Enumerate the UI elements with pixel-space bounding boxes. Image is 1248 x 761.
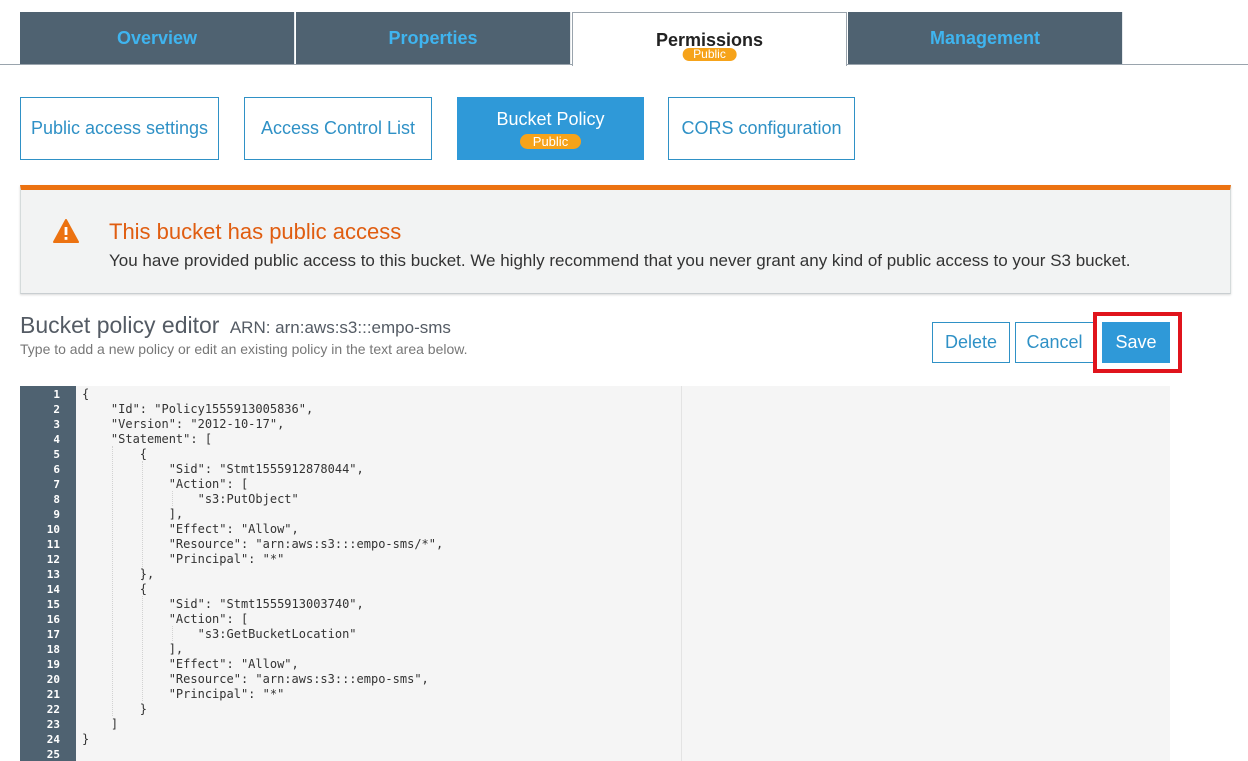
code-line[interactable]: "s3:PutObject": [82, 492, 299, 507]
tab-overview-label: Overview: [116, 28, 198, 48]
tab-properties-label: Properties: [388, 28, 478, 48]
tab-management-label: Management: [929, 28, 1041, 48]
line-number: 11: [46, 538, 60, 551]
tab-properties[interactable]: Properties: [296, 12, 571, 64]
line-number: 23: [46, 718, 60, 731]
policy-code-editor[interactable]: 1 2 3 4 5 6 7 8 9 10 11 12 13 14 15 16 17 18 19 20 21 22 23 24 2…: [20, 386, 1170, 761]
line-number: 19: [46, 658, 60, 671]
subtab-access-control-list[interactable]: Access Control List: [244, 97, 432, 160]
line-number: 17: [46, 628, 60, 641]
line-number: 24: [46, 733, 60, 746]
code-line[interactable]: "s3:GetBucketLocation": [82, 627, 357, 642]
print-margin: [681, 386, 682, 761]
line-number: 5: [53, 448, 60, 461]
line-number: 1: [53, 388, 60, 401]
code-line[interactable]: "Action": [: [82, 612, 248, 627]
alert-title: This bucket has public access: [109, 219, 402, 244]
code-line[interactable]: ],: [82, 642, 183, 657]
line-number: 2: [53, 403, 60, 416]
line-number: 15: [46, 598, 60, 611]
code-line[interactable]: "Sid": "Stmt1555913003740",: [82, 597, 364, 612]
code-line[interactable]: ]: [82, 717, 118, 732]
bucket-policy-public-badge: Public: [519, 134, 582, 149]
line-number: 4: [53, 433, 60, 446]
warning-triangle-icon: [53, 219, 79, 243]
code-line[interactable]: "Resource": "arn:aws:s3:::empo-sms",: [82, 672, 429, 687]
code-line[interactable]: }: [82, 732, 89, 747]
save-button-highlight: [1093, 312, 1182, 373]
code-line[interactable]: "Id": "Policy1555913005836",: [82, 402, 313, 417]
code-line[interactable]: {: [82, 387, 89, 402]
editor-heading: Bucket policy editor ARN: arn:aws:s3:::e…: [20, 312, 451, 339]
line-number: 14: [46, 583, 60, 596]
subtab-cors-configuration[interactable]: CORS configuration: [668, 97, 855, 160]
line-number: 3: [53, 418, 60, 431]
subtab-cors-configuration-label: CORS configuration: [681, 118, 842, 138]
tab-permissions-label: Permissions: [655, 30, 764, 50]
alert-message: You have provided public access to this …: [109, 251, 1131, 270]
line-number: 20: [46, 673, 60, 686]
code-line[interactable]: "Effect": "Allow",: [82, 522, 299, 537]
line-number: 18: [46, 643, 60, 656]
code-line[interactable]: }: [82, 702, 147, 717]
code-line[interactable]: "Principal": "*": [82, 687, 285, 702]
bucket-arn: ARN: arn:aws:s3:::empo-sms: [229, 318, 451, 337]
tab-permissions[interactable]: Permissions Public: [572, 12, 847, 66]
code-line[interactable]: "Version": "2012-10-17",: [82, 417, 284, 432]
subtab-bucket-policy-label: Bucket Policy: [496, 109, 605, 129]
code-line[interactable]: ],: [82, 507, 183, 522]
editor-instructions: Type to add a new policy or edit an exis…: [20, 341, 468, 357]
editor-title: Bucket policy editor: [20, 312, 220, 338]
line-number: 8: [53, 493, 60, 506]
line-number: 16: [46, 613, 60, 626]
public-access-alert: This bucket has public access You have p…: [20, 185, 1231, 294]
line-number: 13: [46, 568, 60, 581]
line-number: 21: [46, 688, 60, 701]
line-number: 6: [53, 463, 60, 476]
code-line[interactable]: },: [82, 567, 154, 582]
line-number-gutter: 1 2 3 4 5 6 7 8 9 10 11 12 13 14 15 16 17 18 19 20 21 22 23 24 2…: [20, 386, 76, 761]
line-number: 22: [46, 703, 60, 716]
cancel-button[interactable]: Cancel: [1015, 322, 1094, 363]
line-number: 25: [46, 748, 60, 761]
code-line[interactable]: "Sid": "Stmt1555912878044",: [82, 462, 364, 477]
line-number: 10: [46, 523, 60, 536]
top-tab-bar: Overview Properties Permissions Public M…: [0, 0, 1248, 66]
line-number: 9: [53, 508, 60, 521]
tab-management[interactable]: Management: [848, 12, 1123, 64]
code-line[interactable]: {: [82, 447, 147, 462]
code-line[interactable]: "Action": [: [82, 477, 248, 492]
code-line[interactable]: "Principal": "*": [82, 552, 285, 567]
code-line[interactable]: {: [82, 582, 147, 597]
permissions-public-badge: Public: [682, 48, 737, 61]
tab-overview[interactable]: Overview: [20, 12, 295, 64]
code-line[interactable]: "Resource": "arn:aws:s3:::empo-sms/*",: [82, 537, 444, 552]
subtab-public-access-settings[interactable]: Public access settings: [20, 97, 219, 160]
code-line[interactable]: "Statement": [: [82, 432, 212, 447]
line-number: 7: [53, 478, 60, 491]
subtab-access-control-list-label: Access Control List: [260, 118, 416, 138]
subtab-bucket-policy[interactable]: Bucket Policy Public: [457, 97, 644, 160]
delete-button[interactable]: Delete: [932, 322, 1010, 363]
code-line[interactable]: "Effect": "Allow",: [82, 657, 299, 672]
line-number: 12: [46, 553, 60, 566]
subtab-public-access-settings-label: Public access settings: [30, 118, 209, 138]
